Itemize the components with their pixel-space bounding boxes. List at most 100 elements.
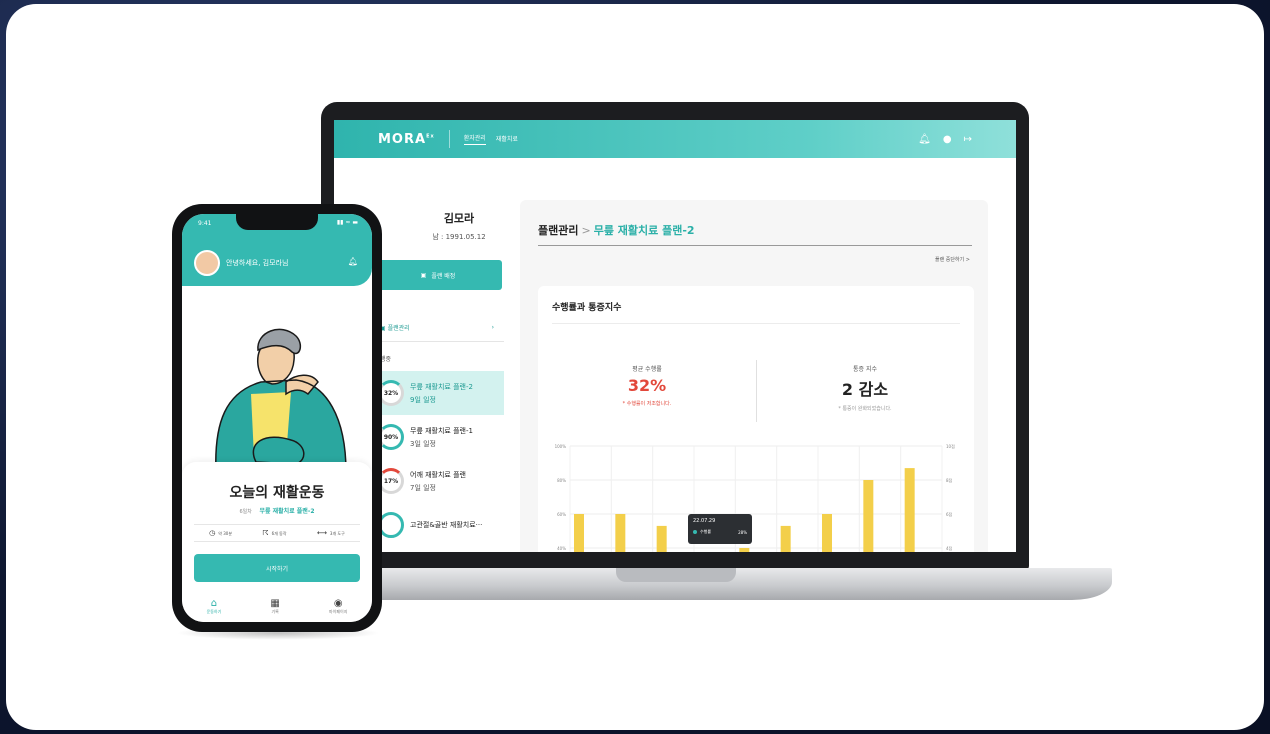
- y-tick-left: 80%: [557, 478, 566, 483]
- app-header: MORAEx 환자관리 재활치료 🔔︎ ● ↦: [334, 120, 1016, 158]
- avg-performance-note: * 수행률이 저조합니다.: [622, 401, 672, 407]
- pain-index-note: * 통증이 완화되었습니다.: [838, 406, 892, 412]
- tab-mypage[interactable]: ◉ 마이페이지: [329, 598, 347, 615]
- grid-icon: ▦: [270, 597, 280, 609]
- chart-bar[interactable]: [656, 525, 667, 552]
- plan-item[interactable]: 90% 무릎 재활치료 플랜-1 3일 일정: [364, 415, 504, 459]
- tab-records-label: 기록: [271, 608, 279, 614]
- nav-patient-management[interactable]: 환자관리: [463, 133, 486, 145]
- profile-icon: ◉: [333, 597, 343, 609]
- plan-duration: 3일 일정: [410, 439, 436, 448]
- chart-bar[interactable]: [739, 548, 750, 552]
- chart-bar[interactable]: [822, 514, 832, 552]
- plan-title: 무릎 재활치료 플랜-1: [410, 426, 473, 435]
- chart-bar[interactable]: [780, 525, 791, 552]
- status-time: 9:41: [198, 220, 212, 227]
- section-label: 행중: [380, 356, 392, 363]
- tooltip-label: 수행률: [700, 529, 712, 534]
- meta-tools-text: 3개 도구: [329, 531, 345, 536]
- patient-sidebar: 김모라 남 : 1991.05.12 ▣ 플랜 배정 ▣ 플랜관리 › 행중 3…: [364, 210, 504, 547]
- plan-title: 고관절&골반 재활치료···: [410, 521, 483, 529]
- chart-bar[interactable]: [863, 480, 874, 552]
- exercise-subtitle: 6일차 무릎 재활치료 플랜-2: [182, 506, 372, 515]
- plan-title: 어깨 재활치료 플랜: [410, 470, 466, 479]
- exercise-day: 6일차: [239, 509, 252, 515]
- breadcrumb-root[interactable]: 플랜관리: [538, 224, 578, 237]
- avg-performance-label: 평균 수행률: [632, 366, 662, 373]
- clock-icon: ◷: [209, 529, 216, 537]
- plan-duration: 7일 일정: [410, 483, 436, 492]
- chart-bar[interactable]: [904, 468, 915, 552]
- avg-performance-value: 32%: [627, 376, 667, 395]
- plan-management-link[interactable]: ▣ 플랜관리 ›: [364, 314, 504, 342]
- y-tick-right: 4점: [946, 545, 953, 551]
- tooltip-date: 22.07.29: [693, 518, 716, 524]
- laptop-screen: MORAEx 환자관리 재활치료 🔔︎ ● ↦ 김모라 남 : 1991.05.…: [334, 120, 1016, 552]
- stop-plan-link[interactable]: 플랜 중단하기 >: [935, 256, 970, 263]
- pain-index-value: 2 감소: [841, 380, 889, 399]
- y-tick-right: 8점: [946, 477, 953, 483]
- status-icons: ▮▮ ≈ ▬: [336, 219, 358, 226]
- tab-exercise-label: 운동하기: [206, 608, 222, 614]
- band-icon: ⟷: [316, 529, 327, 537]
- y-tick-right: 10점: [946, 443, 955, 449]
- chart-bar[interactable]: [574, 514, 584, 552]
- chart-bar[interactable]: [615, 514, 626, 552]
- main-panel: 플랜관리 > 무릎 재활치료 플랜-2 플랜 중단하기 > 수행률과 통증지수 평균…: [520, 200, 988, 552]
- rehab-illustration: [215, 328, 347, 472]
- chart-tooltip: 22.07.29 수행률 28%: [688, 514, 752, 544]
- chevron-right-icon: ›: [491, 324, 494, 331]
- meta-tools: ⟷ 3개 도구: [317, 529, 345, 537]
- legend-dot: [693, 530, 697, 534]
- patient-name: 김모라: [443, 212, 475, 225]
- header-divider: [448, 130, 450, 148]
- meta-moves: ☈ 6개 동작: [262, 529, 286, 537]
- y-tick-right: 6점: [946, 511, 953, 517]
- today-exercise-card: 오늘의 재활운동 6일차 무릎 재활치료 플랜-2 ◷ 약 30분 ☈ 6개 동작 …: [182, 462, 372, 622]
- nav-rehab-treatment[interactable]: 재활치료: [496, 134, 518, 145]
- plan-item[interactable]: 고관절&골반 재활치료···: [364, 503, 504, 547]
- phone-notch: [236, 214, 318, 230]
- y-tick-left: 60%: [557, 512, 566, 517]
- performance-chart: 100% 10점 80% 8점 60% 6점 40% 4점: [555, 443, 955, 552]
- laptop-notch: [616, 568, 736, 582]
- meta-duration: ◷ 약 30분: [209, 529, 232, 537]
- assign-plan-button[interactable]: ▣ 플랜 배정: [374, 260, 502, 290]
- pain-index-stat: 통증 지수 2 감소 * 통증이 완화되었습니다.: [756, 364, 974, 412]
- tab-exercise[interactable]: ⌂ 운동하기: [207, 598, 222, 615]
- y-tick-left: 40%: [557, 546, 566, 551]
- stats-card: 수행률과 통증지수 평균 수행률 32% * 수행률이 저조합니다. 통증 지수…: [538, 286, 974, 552]
- y-tick-left: 100%: [555, 444, 567, 449]
- greeting-text: 안녕하세요, 김모라님: [226, 259, 289, 267]
- bottom-tabbar: ⌂ 운동하기 ▦ 기록 ◉ 마이페이지: [182, 590, 372, 622]
- plan-title: 무릎 재활치료 플랜-2: [410, 382, 473, 391]
- plan-item[interactable]: 17% 어깨 재활치료 플랜 7일 일정: [364, 459, 504, 503]
- start-button[interactable]: 시작하기: [194, 554, 360, 582]
- app-logo[interactable]: MORAEx: [378, 132, 435, 147]
- meta-moves-text: 6개 동작: [271, 531, 287, 536]
- tab-mypage-label: 마이페이지: [329, 608, 348, 614]
- breadcrumb-current: 무릎 재활치료 플랜-2: [593, 224, 695, 237]
- home-icon: ⌂: [210, 597, 218, 609]
- exercise-title: 오늘의 재활운동: [229, 485, 325, 501]
- run-icon: ☈: [262, 529, 269, 537]
- user-icon[interactable]: ●: [943, 134, 952, 145]
- tab-records[interactable]: ▦ 기록: [270, 598, 279, 615]
- logout-icon[interactable]: ↦: [964, 134, 972, 145]
- breadcrumb: 플랜관리 > 무릎 재활치료 플랜-2: [538, 222, 972, 246]
- avatar[interactable]: [194, 250, 220, 276]
- breadcrumb-separator: >: [581, 224, 591, 237]
- bell-icon[interactable]: 🔔︎: [348, 257, 358, 266]
- bell-icon[interactable]: 🔔︎: [918, 134, 931, 145]
- tooltip-value: 28%: [738, 529, 747, 535]
- avg-performance-stat: 평균 수행률 32% * 수행률이 저조합니다.: [538, 364, 756, 407]
- meta-duration-text: 약 30분: [218, 531, 233, 536]
- assign-plan-label: 플랜 배정: [431, 272, 456, 280]
- plan-management-label: 플랜관리: [387, 325, 410, 332]
- exercise-meta: ◷ 약 30분 ☈ 6개 동작 ⟷ 3개 도구: [194, 524, 360, 542]
- calendar-icon: ▣: [420, 271, 427, 279]
- patient-info: 남 : 1991.05.12: [432, 233, 486, 241]
- plan-item[interactable]: 32% 무릎 재활치료 플랜-2 9일 일정: [364, 371, 504, 415]
- phone-screen: 9:41 ▮▮ ≈ ▬ 안녕하세요, 김모라님 🔔︎ 오늘의 재활운동 6일차 …: [182, 214, 372, 622]
- exercise-plan: 무릎 재활치료 플랜-2: [259, 508, 315, 515]
